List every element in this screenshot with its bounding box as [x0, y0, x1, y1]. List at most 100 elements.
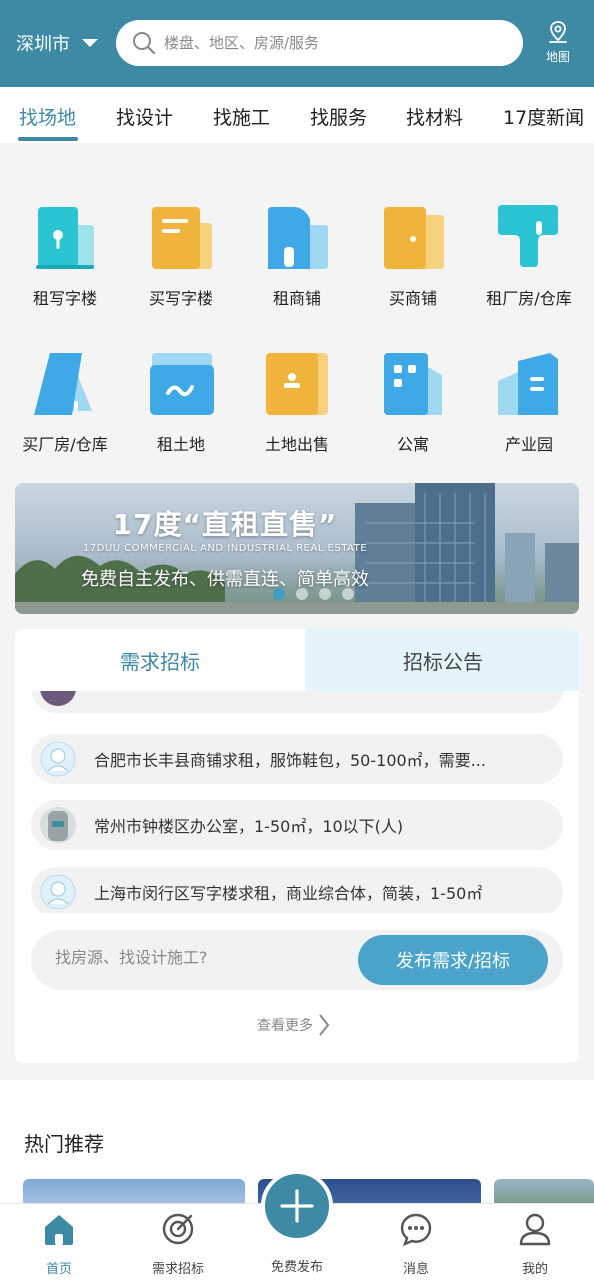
publish-bar: 发布需求/招标 — [31, 930, 563, 990]
category-apartment[interactable]: 公寓 — [358, 351, 468, 455]
nav-label: 首页 — [45, 1262, 72, 1277]
demand-input[interactable] — [55, 948, 355, 967]
banner-title: 17度“直租直售” — [112, 508, 338, 541]
list-item-text: 上海市闵行区写字楼求租，商业综合体，简装，1-50㎡ — [94, 884, 483, 903]
demand-card: 招标公告 需求招标 合肥市长丰县商铺求租，服饰鞋包，50-100㎡，需要... — [15, 629, 579, 1063]
category-grid: 租写字楼 买写字楼 租商铺 买商铺 租厂房/仓库 买厂房/仓库 租土地 土地出售… — [0, 143, 594, 480]
hot-title: 热门推荐 — [24, 1132, 104, 1156]
tab-bid-announcement[interactable]: 招标公告 — [277, 629, 579, 691]
category-label: 买厂房/仓库 — [22, 435, 108, 454]
avatar — [40, 874, 76, 910]
industrial-park-icon — [496, 351, 562, 417]
list-item-text: 常州市钟楼区办公室，1-50㎡，10以下(人) — [94, 817, 404, 836]
nav-demand-bidding[interactable]: 需求招标 — [138, 1212, 218, 1277]
list-item-text: 合肥市长丰县商铺求租，服饰鞋包，50-100㎡，需要... — [94, 751, 486, 770]
search-icon — [133, 32, 156, 55]
factory-rent-icon — [496, 205, 562, 271]
list-item[interactable]: 常州市钟楼区办公室，1-50㎡，10以下(人) — [31, 800, 563, 850]
avatar — [40, 691, 76, 706]
list-item[interactable]: 合肥市长丰县商铺求租，服饰鞋包，50-100㎡，需要... — [31, 734, 563, 784]
demand-tabs: 招标公告 需求招标 — [15, 629, 579, 691]
promo-banner[interactable]: 17度“直租直售” 17DUU COMMERCIAL AND INDUSTRIA… — [15, 483, 579, 614]
home-icon — [45, 1215, 73, 1245]
user-avatar-icon — [40, 874, 76, 910]
free-publish-button[interactable] — [261, 1170, 333, 1242]
chevron-right-icon — [319, 1014, 330, 1036]
avatar — [40, 741, 76, 777]
category-tabs: 找场地 找设计 找施工 找服务 找材料 17度新闻 — [0, 87, 594, 143]
photo-avatar-icon — [40, 807, 76, 843]
tab-find-material[interactable]: 找材料 — [406, 103, 463, 130]
factory-buy-icon — [32, 351, 98, 417]
nav-home[interactable]: 首页 — [19, 1212, 99, 1277]
category-label: 买商铺 — [388, 289, 437, 308]
carousel-dot[interactable] — [296, 588, 308, 600]
bottom-nav: 首页 需求招标 免费发布 消息 我的 — [0, 1170, 594, 1280]
category-label: 公寓 — [396, 435, 429, 454]
nav-label: 消息 — [402, 1262, 429, 1277]
target-icon — [162, 1213, 194, 1245]
shop-rent-icon — [264, 205, 330, 271]
category-office-rent[interactable]: 租写字楼 — [10, 205, 120, 309]
category-land-rent[interactable]: 租土地 — [126, 351, 236, 455]
category-label: 产业园 — [504, 435, 553, 454]
tab-find-venue[interactable]: 找场地 — [19, 103, 76, 130]
tab-find-design[interactable]: 找设计 — [116, 103, 173, 130]
tab-demand-bidding[interactable]: 需求招标 — [15, 629, 305, 691]
map-label: 地图 — [545, 50, 570, 64]
category-factory-rent[interactable]: 租厂房/仓库 — [474, 205, 584, 309]
top-header: 深圳市 地图 — [0, 0, 594, 87]
user-avatar-icon — [40, 741, 76, 777]
category-shop-rent[interactable]: 租商铺 — [242, 205, 352, 309]
view-more-link[interactable]: 查看更多 — [257, 1013, 330, 1037]
tab-news[interactable]: 17度新闻 — [503, 103, 584, 130]
category-office-buy[interactable]: 买写字楼 — [126, 205, 236, 309]
list-item[interactable] — [31, 691, 563, 713]
map-button[interactable]: 地图 — [536, 20, 580, 65]
shop-buy-icon — [380, 205, 446, 271]
banner-subtitle-en: 17DUU COMMERCIAL AND INDUSTRIAL REAL EST… — [82, 543, 368, 554]
carousel-dot[interactable] — [273, 588, 285, 600]
carousel-dot[interactable] — [319, 588, 331, 600]
category-label: 土地出售 — [264, 435, 329, 454]
nav-label: 需求招标 — [151, 1262, 204, 1277]
publish-demand-button[interactable]: 发布需求/招标 — [358, 935, 548, 985]
office-rent-icon — [32, 205, 98, 271]
category-factory-buy[interactable]: 买厂房/仓库 — [10, 351, 120, 455]
tab-find-service[interactable]: 找服务 — [310, 103, 367, 130]
banner-subtitle: 免费自主发布、供需直连、简单高效 — [81, 569, 369, 590]
category-label: 租土地 — [156, 435, 205, 454]
category-label: 租厂房/仓库 — [486, 289, 572, 308]
active-tab-indicator — [18, 137, 78, 141]
land-rent-icon — [148, 351, 214, 417]
category-land-sale[interactable]: 土地出售 — [242, 351, 352, 455]
carousel-dot[interactable] — [342, 588, 354, 600]
avatar — [40, 807, 76, 843]
apartment-icon — [380, 351, 446, 417]
land-sale-icon — [264, 351, 330, 417]
carousel-dots — [273, 588, 354, 600]
city-label: 深圳市 — [16, 34, 70, 55]
city-selector[interactable]: 深圳市 — [16, 30, 98, 56]
nav-mine[interactable]: 我的 — [495, 1212, 575, 1277]
category-label: 租写字楼 — [32, 289, 97, 308]
message-icon — [400, 1213, 432, 1246]
nav-label: 我的 — [521, 1262, 548, 1277]
category-label: 租商铺 — [272, 289, 321, 308]
demand-list: 合肥市长丰县商铺求租，服饰鞋包，50-100㎡，需要... 常州市钟楼区办公室，… — [15, 691, 579, 913]
category-label: 买写字楼 — [148, 289, 213, 308]
free-publish-label: 免费发布 — [270, 1260, 323, 1275]
nav-messages[interactable]: 消息 — [376, 1212, 456, 1277]
view-more-label: 查看更多 — [257, 1018, 313, 1034]
category-industrial-park[interactable]: 产业园 — [474, 351, 584, 455]
map-pin-icon — [549, 21, 567, 43]
caret-down-icon — [82, 39, 98, 47]
search-bar[interactable] — [116, 20, 523, 66]
plus-icon — [280, 1189, 314, 1223]
category-shop-buy[interactable]: 买商铺 — [358, 205, 468, 309]
tab-find-construction[interactable]: 找施工 — [213, 103, 270, 130]
list-item[interactable]: 上海市闵行区写字楼求租，商业综合体，简装，1-50㎡ — [31, 867, 563, 913]
search-input[interactable] — [164, 34, 484, 52]
office-buy-icon — [148, 205, 214, 271]
user-icon — [519, 1213, 551, 1246]
